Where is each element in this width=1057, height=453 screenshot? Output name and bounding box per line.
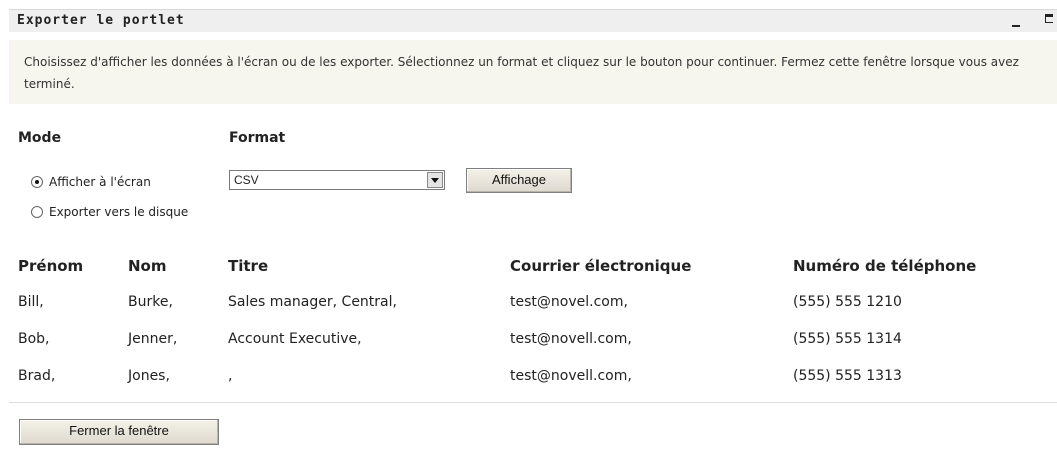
column-header-email: Courrier électronique bbox=[510, 257, 692, 275]
cell-email: test@novell.com, bbox=[510, 331, 632, 347]
column-header-title: Titre bbox=[228, 257, 269, 275]
export-portlet-window: Exporter le portlet Choisissez d'affiche… bbox=[0, 0, 1057, 453]
radio-display-label: Afficher à l'écran bbox=[49, 175, 151, 189]
radio-export-label: Exporter vers le disque bbox=[49, 205, 189, 219]
cell-title: Sales manager, Central, bbox=[228, 294, 397, 310]
instructions-box: Choisissez d'afficher les données à l'éc… bbox=[9, 40, 1057, 104]
divider bbox=[9, 402, 1057, 403]
cell-email: test@novel.com, bbox=[510, 294, 628, 310]
display-button[interactable]: Affichage bbox=[466, 168, 572, 193]
cell-phone: (555) 555 1210 bbox=[793, 294, 902, 310]
radio-unchecked-icon[interactable] bbox=[31, 206, 43, 218]
instructions-text: Choisissez d'afficher les données à l'éc… bbox=[24, 55, 1019, 91]
radio-export-to-disk[interactable]: Exporter vers le disque bbox=[31, 203, 188, 221]
portlet-title-bar: Exporter le portlet bbox=[9, 9, 1057, 32]
cell-email: test@novell.com, bbox=[510, 368, 632, 384]
cell-title: , bbox=[228, 368, 233, 384]
radio-checked-icon[interactable] bbox=[31, 176, 43, 188]
cell-phone: (555) 555 1313 bbox=[793, 368, 902, 384]
cell-first-name: Brad, bbox=[18, 368, 56, 384]
format-label: Format bbox=[229, 130, 286, 146]
chevron-down-icon[interactable] bbox=[427, 172, 443, 188]
radio-display-on-screen[interactable]: Afficher à l'écran bbox=[31, 173, 151, 191]
cell-last-name: Burke, bbox=[128, 294, 173, 310]
minimize-icon[interactable] bbox=[1012, 25, 1020, 27]
portlet-title: Exporter le portlet bbox=[17, 13, 185, 28]
mode-label: Mode bbox=[18, 130, 62, 146]
cell-first-name: Bill, bbox=[18, 294, 44, 310]
format-select-value: CSV bbox=[234, 173, 259, 187]
column-header-last-name: Nom bbox=[128, 257, 167, 275]
cell-title: Account Executive, bbox=[228, 331, 362, 347]
close-window-button[interactable]: Fermer la fenêtre bbox=[19, 419, 219, 445]
cell-first-name: Bob, bbox=[18, 331, 50, 347]
cell-last-name: Jones, bbox=[128, 368, 170, 384]
format-select[interactable]: CSV bbox=[229, 170, 445, 190]
cell-phone: (555) 555 1314 bbox=[793, 331, 902, 347]
column-header-first-name: Prénom bbox=[18, 257, 84, 275]
cell-last-name: Jenner, bbox=[128, 331, 178, 347]
maximize-icon[interactable] bbox=[1045, 14, 1053, 23]
column-header-phone: Numéro de téléphone bbox=[793, 257, 977, 275]
